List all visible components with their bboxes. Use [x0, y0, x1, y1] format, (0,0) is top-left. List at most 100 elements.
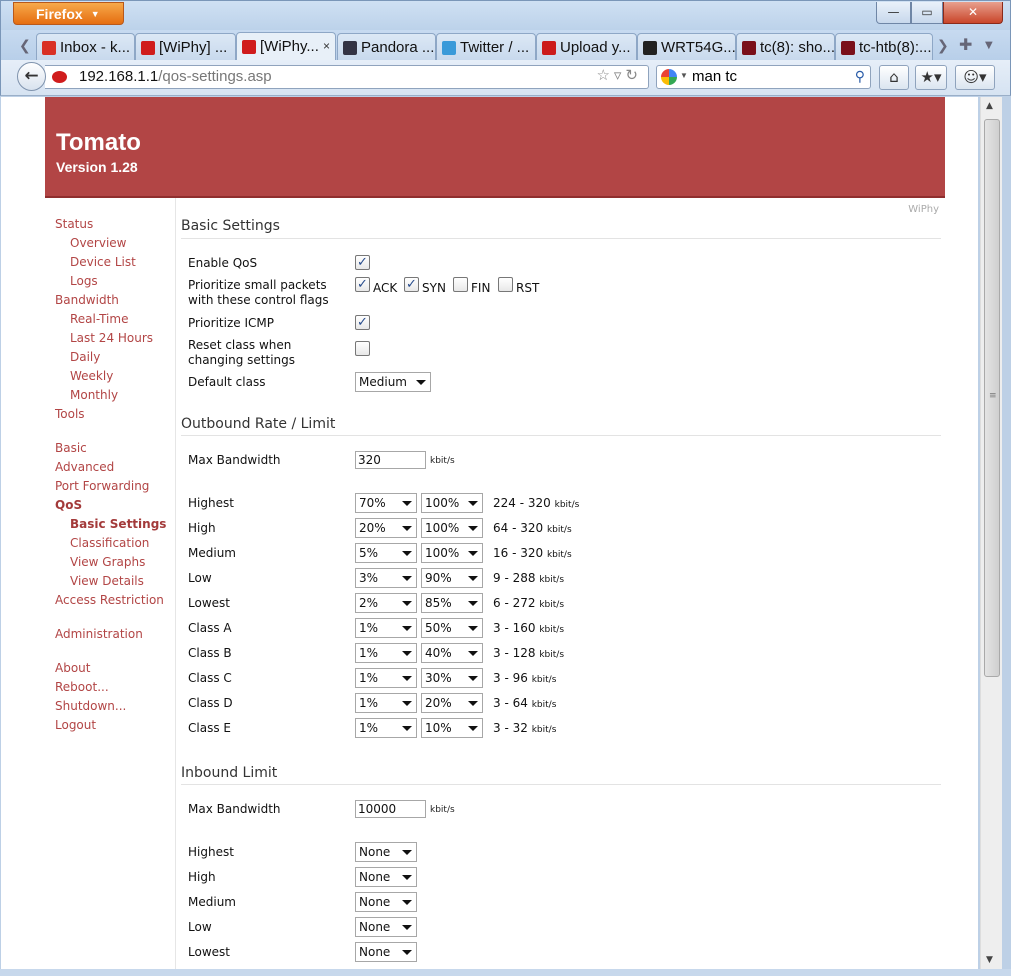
outbound-class-e-rate-select[interactable]: 1% — [355, 718, 417, 738]
close-window-button[interactable]: ✕ — [943, 2, 1003, 24]
outbound-class-d-limit-select[interactable]: 20% — [421, 693, 483, 713]
addon-button[interactable]: ☺▾ — [955, 65, 995, 90]
outbound-class-c-limit-select[interactable]: 30% — [421, 668, 483, 688]
close-tab-icon[interactable]: × — [323, 39, 330, 53]
outbound-low-limit-select-value: 90% — [425, 571, 452, 585]
url-bar[interactable]: 192.168.1.1/qos-settings.asp ☆▿↻ — [45, 65, 649, 89]
flag-ack-checkbox[interactable]: ✓ — [355, 277, 370, 292]
enable-qos-checkbox[interactable]: ✓ — [355, 255, 370, 270]
range-value: 9 - 288 — [493, 571, 536, 585]
inbound-max-bandwidth-label: Max Bandwidth — [188, 802, 281, 816]
sidebar-item-administration[interactable]: Administration — [55, 627, 143, 641]
sidebar-item-real-time[interactable]: Real-Time — [70, 312, 128, 326]
reset-class-label: Reset class when changing settings — [188, 338, 296, 367]
outbound-medium-limit-select[interactable]: 100% — [421, 543, 483, 563]
sidebar-item-overview[interactable]: Overview — [70, 236, 127, 250]
tab-scroll-right-icon[interactable]: ❯ — [937, 38, 949, 54]
new-tab-icon[interactable]: ✚ — [959, 35, 972, 54]
sidebar-item-logs[interactable]: Logs — [70, 274, 98, 288]
search-engine-dropdown-icon[interactable]: ▼ — [680, 71, 688, 80]
search-input[interactable]: ▼ man tc ⚲ — [656, 65, 871, 89]
browser-tab[interactable]: tc-htb(8):... — [835, 33, 933, 60]
sidebar-item-qos[interactable]: QoS — [55, 498, 82, 512]
sidebar-item-logout[interactable]: Logout — [55, 718, 96, 732]
inbound-low-limit-select[interactable]: None — [355, 917, 417, 937]
sidebar-item-shutdown[interactable]: Shutdown... — [55, 699, 126, 713]
outbound-high-rate-select[interactable]: 20% — [355, 518, 417, 538]
inbound-max-bandwidth-input[interactable]: 10000 — [355, 800, 426, 818]
vertical-scrollbar[interactable]: ▲ ≡ ▼ — [980, 97, 1002, 969]
sidebar-item-reboot[interactable]: Reboot... — [55, 680, 109, 694]
sidebar-item-status[interactable]: Status — [55, 217, 93, 231]
inbound-lowest-limit-select[interactable]: None — [355, 942, 417, 962]
outbound-low-rate-select[interactable]: 3% — [355, 568, 417, 588]
minimize-button[interactable]: — — [876, 2, 911, 24]
sidebar-item-port-forwarding[interactable]: Port Forwarding — [55, 479, 149, 493]
sidebar-item-basic[interactable]: Basic — [55, 441, 87, 455]
outbound-lowest-rate-select[interactable]: 2% — [355, 593, 417, 613]
prioritize-icmp-checkbox[interactable]: ✓ — [355, 315, 370, 330]
bookmark-star-icon[interactable]: ☆▿↻ — [596, 66, 642, 84]
tab-scroll-left-icon[interactable]: ❮ — [19, 38, 31, 54]
sidebar-item-device-list[interactable]: Device List — [70, 255, 136, 269]
outbound-class-b-limit-select[interactable]: 40% — [421, 643, 483, 663]
outbound-class-e-limit-select[interactable]: 10% — [421, 718, 483, 738]
browser-tab[interactable]: Pandora ... — [337, 33, 436, 60]
outbound-class-b-rate-select[interactable]: 1% — [355, 643, 417, 663]
flag-syn-checkbox[interactable]: ✓ — [404, 277, 419, 292]
reset-class-checkbox[interactable] — [355, 341, 370, 356]
bookmarks-button[interactable]: ★▾ — [915, 65, 947, 90]
range-value: 3 - 160 — [493, 621, 536, 635]
sidebar-item-bandwidth[interactable]: Bandwidth — [55, 293, 119, 307]
inbound-high-limit-select[interactable]: None — [355, 867, 417, 887]
sidebar-item-advanced[interactable]: Advanced — [55, 460, 114, 474]
outbound-low-limit-select[interactable]: 90% — [421, 568, 483, 588]
outbound-lowest-limit-select[interactable]: 85% — [421, 593, 483, 613]
browser-tab[interactable]: tc(8): sho... — [736, 33, 835, 60]
outbound-medium-rate-select[interactable]: 5% — [355, 543, 417, 563]
outbound-max-bandwidth-input[interactable]: 320 — [355, 451, 426, 469]
sidebar-item-last-24-hours[interactable]: Last 24 Hours — [70, 331, 153, 345]
range-unit: kbit/s — [539, 625, 565, 635]
inbound-unit: kbit/s — [430, 805, 455, 815]
maximize-button[interactable]: ▭ — [911, 2, 943, 24]
sidebar-item-tools[interactable]: Tools — [55, 407, 85, 421]
home-button[interactable]: ⌂ — [879, 65, 909, 90]
default-class-select[interactable]: Medium — [355, 372, 431, 392]
sidebar-item-monthly[interactable]: Monthly — [70, 388, 118, 402]
outbound-lowest-rate-select-value: 2% — [359, 596, 379, 610]
outbound-class-d-rate-select[interactable]: 1% — [355, 693, 417, 713]
sidebar-item-access-restriction[interactable]: Access Restriction — [55, 593, 164, 607]
outbound-class-a-rate-select[interactable]: 1% — [355, 618, 417, 638]
browser-tab[interactable]: Inbox - k... — [36, 33, 135, 60]
firefox-menu-button[interactable]: Firefox ▼ — [13, 2, 124, 25]
scrollbar-thumb[interactable]: ≡ — [984, 119, 1000, 677]
scroll-up-icon[interactable]: ▲ — [986, 101, 993, 111]
browser-tab[interactable]: Twitter / ... — [436, 33, 536, 60]
browser-tab[interactable]: Upload y... — [536, 33, 637, 60]
browser-tab[interactable]: [WiPhy... × — [236, 32, 336, 61]
sidebar-item-basic-settings[interactable]: Basic Settings — [70, 517, 166, 531]
inbound-medium-limit-select[interactable]: None — [355, 892, 417, 912]
outbound-highest-limit-select[interactable]: 100% — [421, 493, 483, 513]
tab-list-icon[interactable]: ▼ — [985, 40, 993, 51]
sidebar-item-view-graphs[interactable]: View Graphs — [70, 555, 145, 569]
outbound-class-c-rate-select[interactable]: 1% — [355, 668, 417, 688]
flag-rst-checkbox[interactable] — [498, 277, 513, 292]
outbound-high-limit-select[interactable]: 100% — [421, 518, 483, 538]
outbound-class-a-limit-select[interactable]: 50% — [421, 618, 483, 638]
sidebar-item-view-details[interactable]: View Details — [70, 574, 144, 588]
sidebar-item-weekly[interactable]: Weekly — [70, 369, 113, 383]
browser-tab[interactable]: WRT54G... — [637, 33, 736, 60]
inbound-highest-limit-select[interactable]: None — [355, 842, 417, 862]
scroll-down-icon[interactable]: ▼ — [986, 955, 993, 965]
back-button[interactable]: ← — [17, 62, 46, 91]
browser-tab[interactable]: [WiPhy] ... — [135, 33, 236, 60]
sidebar-item-about[interactable]: About — [55, 661, 90, 675]
dropdown-arrow-icon — [402, 850, 412, 855]
sidebar-item-daily[interactable]: Daily — [70, 350, 100, 364]
search-icon[interactable]: ⚲ — [855, 68, 865, 85]
outbound-highest-rate-select[interactable]: 70% — [355, 493, 417, 513]
flag-fin-checkbox[interactable] — [453, 277, 468, 292]
sidebar-item-classification[interactable]: Classification — [70, 536, 149, 550]
